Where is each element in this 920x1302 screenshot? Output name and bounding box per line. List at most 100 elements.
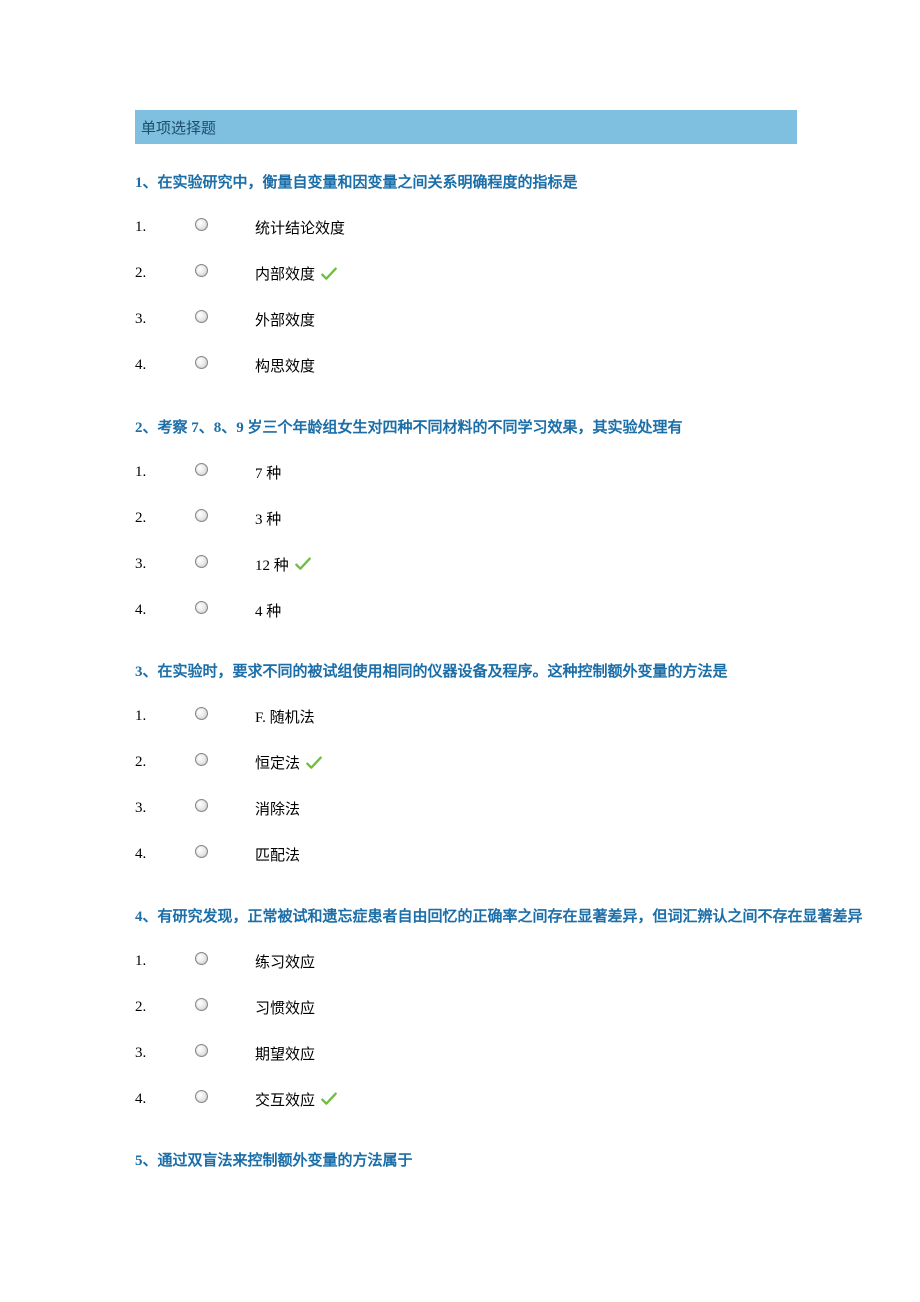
question-block: 5、通过双盲法来控制额外变量的方法属于: [135, 1150, 920, 1173]
option-number: 4.: [135, 1091, 195, 1108]
option-radio[interactable]: [195, 1050, 255, 1057]
option-number: 1.: [135, 708, 195, 725]
option-number: 2.: [135, 510, 195, 527]
radio-icon[interactable]: [195, 463, 208, 476]
option-radio[interactable]: [195, 362, 255, 369]
option-radio[interactable]: [195, 561, 255, 568]
radio-icon[interactable]: [195, 356, 208, 369]
option-text-label: 3 种: [255, 508, 281, 529]
option-radio[interactable]: [195, 1004, 255, 1011]
option-text-label: 4 种: [255, 600, 281, 621]
option-number: 3.: [135, 800, 195, 817]
option-row: 4. 交互效应: [135, 1076, 920, 1122]
option-text: 交互效应: [255, 1089, 337, 1110]
option-radio[interactable]: [195, 713, 255, 720]
option-text: 练习效应: [255, 951, 315, 972]
question-title: 5、通过双盲法来控制额外变量的方法属于: [135, 1150, 920, 1173]
option-text-label: 消除法: [255, 798, 300, 819]
option-text-label: 构思效度: [255, 355, 315, 376]
option-number: 2.: [135, 754, 195, 771]
radio-icon[interactable]: [195, 218, 208, 231]
radio-icon[interactable]: [195, 509, 208, 522]
option-number: 4.: [135, 846, 195, 863]
radio-icon[interactable]: [195, 310, 208, 323]
question-block: 1、在实验研究中，衡量自变量和因变量之间关系明确程度的指标是 1. 统计结论效度 2.…: [135, 172, 920, 389]
option-radio[interactable]: [195, 1096, 255, 1103]
option-text: 消除法: [255, 798, 300, 819]
option-number: 3.: [135, 556, 195, 573]
option-number: 2.: [135, 265, 195, 282]
option-text-label: 7 种: [255, 462, 281, 483]
option-row: 4. 匹配法: [135, 832, 920, 878]
radio-icon[interactable]: [195, 1044, 208, 1057]
option-radio[interactable]: [195, 224, 255, 231]
option-row: 1. 练习效应: [135, 938, 920, 984]
option-row: 4. 4 种: [135, 587, 920, 633]
options-list: 1. 练习效应 2. 习惯效应 3.期望效应 4. 交互效应: [135, 938, 920, 1122]
radio-icon[interactable]: [195, 707, 208, 720]
option-radio[interactable]: [195, 607, 255, 614]
option-number: 1.: [135, 219, 195, 236]
check-icon: [321, 267, 337, 281]
option-radio[interactable]: [195, 469, 255, 476]
option-text-label: 匹配法: [255, 844, 300, 865]
option-row: 3.外部效度: [135, 297, 920, 343]
option-row: 4. 构思效度: [135, 343, 920, 389]
option-row: 2.内部效度: [135, 251, 920, 297]
option-radio[interactable]: [195, 316, 255, 323]
option-radio[interactable]: [195, 270, 255, 277]
option-row: 3. 12 种: [135, 541, 920, 587]
radio-icon[interactable]: [195, 799, 208, 812]
option-number: 1.: [135, 953, 195, 970]
option-row: 1.7 种: [135, 449, 920, 495]
question-block: 3、在实验时，要求不同的被试组使用相同的仪器设备及程序。这种控制额外变量的方法是…: [135, 661, 920, 878]
option-radio[interactable]: [195, 515, 255, 522]
radio-icon[interactable]: [195, 601, 208, 614]
option-number: 2.: [135, 999, 195, 1016]
option-text: F. 随机法: [255, 706, 315, 727]
option-number: 4.: [135, 602, 195, 619]
radio-icon[interactable]: [195, 998, 208, 1011]
option-text: 习惯效应: [255, 997, 315, 1018]
question-title: 1、在实验研究中，衡量自变量和因变量之间关系明确程度的指标是: [135, 172, 920, 195]
radio-icon[interactable]: [195, 753, 208, 766]
radio-icon[interactable]: [195, 952, 208, 965]
option-text-label: 外部效度: [255, 309, 315, 330]
option-radio[interactable]: [195, 851, 255, 858]
option-radio[interactable]: [195, 759, 255, 766]
radio-icon[interactable]: [195, 845, 208, 858]
option-text-label: F. 随机法: [255, 706, 315, 727]
options-list: 1.7 种 2. 3 种 3. 12 种 4. 4 种: [135, 449, 920, 633]
option-radio[interactable]: [195, 805, 255, 812]
option-text: 统计结论效度: [255, 217, 345, 238]
radio-icon[interactable]: [195, 1090, 208, 1103]
radio-icon[interactable]: [195, 555, 208, 568]
page-container: 单项选择题 1、在实验研究中，衡量自变量和因变量之间关系明确程度的指标是 1. 统计…: [0, 0, 920, 1173]
option-row: 2. 恒定法: [135, 740, 920, 786]
question-block: 2、考察 7、8、9 岁三个年龄组女生对四种不同材料的不同学习效果，其实验处理有…: [135, 417, 920, 634]
check-icon: [321, 1092, 337, 1106]
option-text: 构思效度: [255, 355, 315, 376]
options-list: 1. 统计结论效度 2.内部效度3.外部效度 4. 构思效度: [135, 205, 920, 389]
section-header: 单项选择题: [135, 110, 797, 144]
option-text: 7 种: [255, 462, 281, 483]
option-text-label: 习惯效应: [255, 997, 315, 1018]
option-row: 1. 统计结论效度: [135, 205, 920, 251]
check-icon: [306, 756, 322, 770]
check-icon: [295, 557, 311, 571]
option-text: 4 种: [255, 600, 281, 621]
option-row: 1. F. 随机法: [135, 694, 920, 740]
options-list: 1. F. 随机法 2. 恒定法 3. 消除法 4. 匹配法: [135, 694, 920, 878]
option-number: 4.: [135, 357, 195, 374]
option-row: 2. 3 种: [135, 495, 920, 541]
question-block: 4、有研究发现，正常被试和遗忘症患者自由回忆的正确率之间存在显著差异，但词汇辨认…: [135, 906, 920, 1123]
option-text-label: 练习效应: [255, 951, 315, 972]
option-text-label: 期望效应: [255, 1043, 315, 1064]
option-text: 恒定法: [255, 752, 322, 773]
option-text-label: 交互效应: [255, 1089, 315, 1110]
option-text-label: 12 种: [255, 554, 289, 575]
option-text-label: 统计结论效度: [255, 217, 345, 238]
radio-icon[interactable]: [195, 264, 208, 277]
option-row: 3.期望效应: [135, 1030, 920, 1076]
option-radio[interactable]: [195, 958, 255, 965]
